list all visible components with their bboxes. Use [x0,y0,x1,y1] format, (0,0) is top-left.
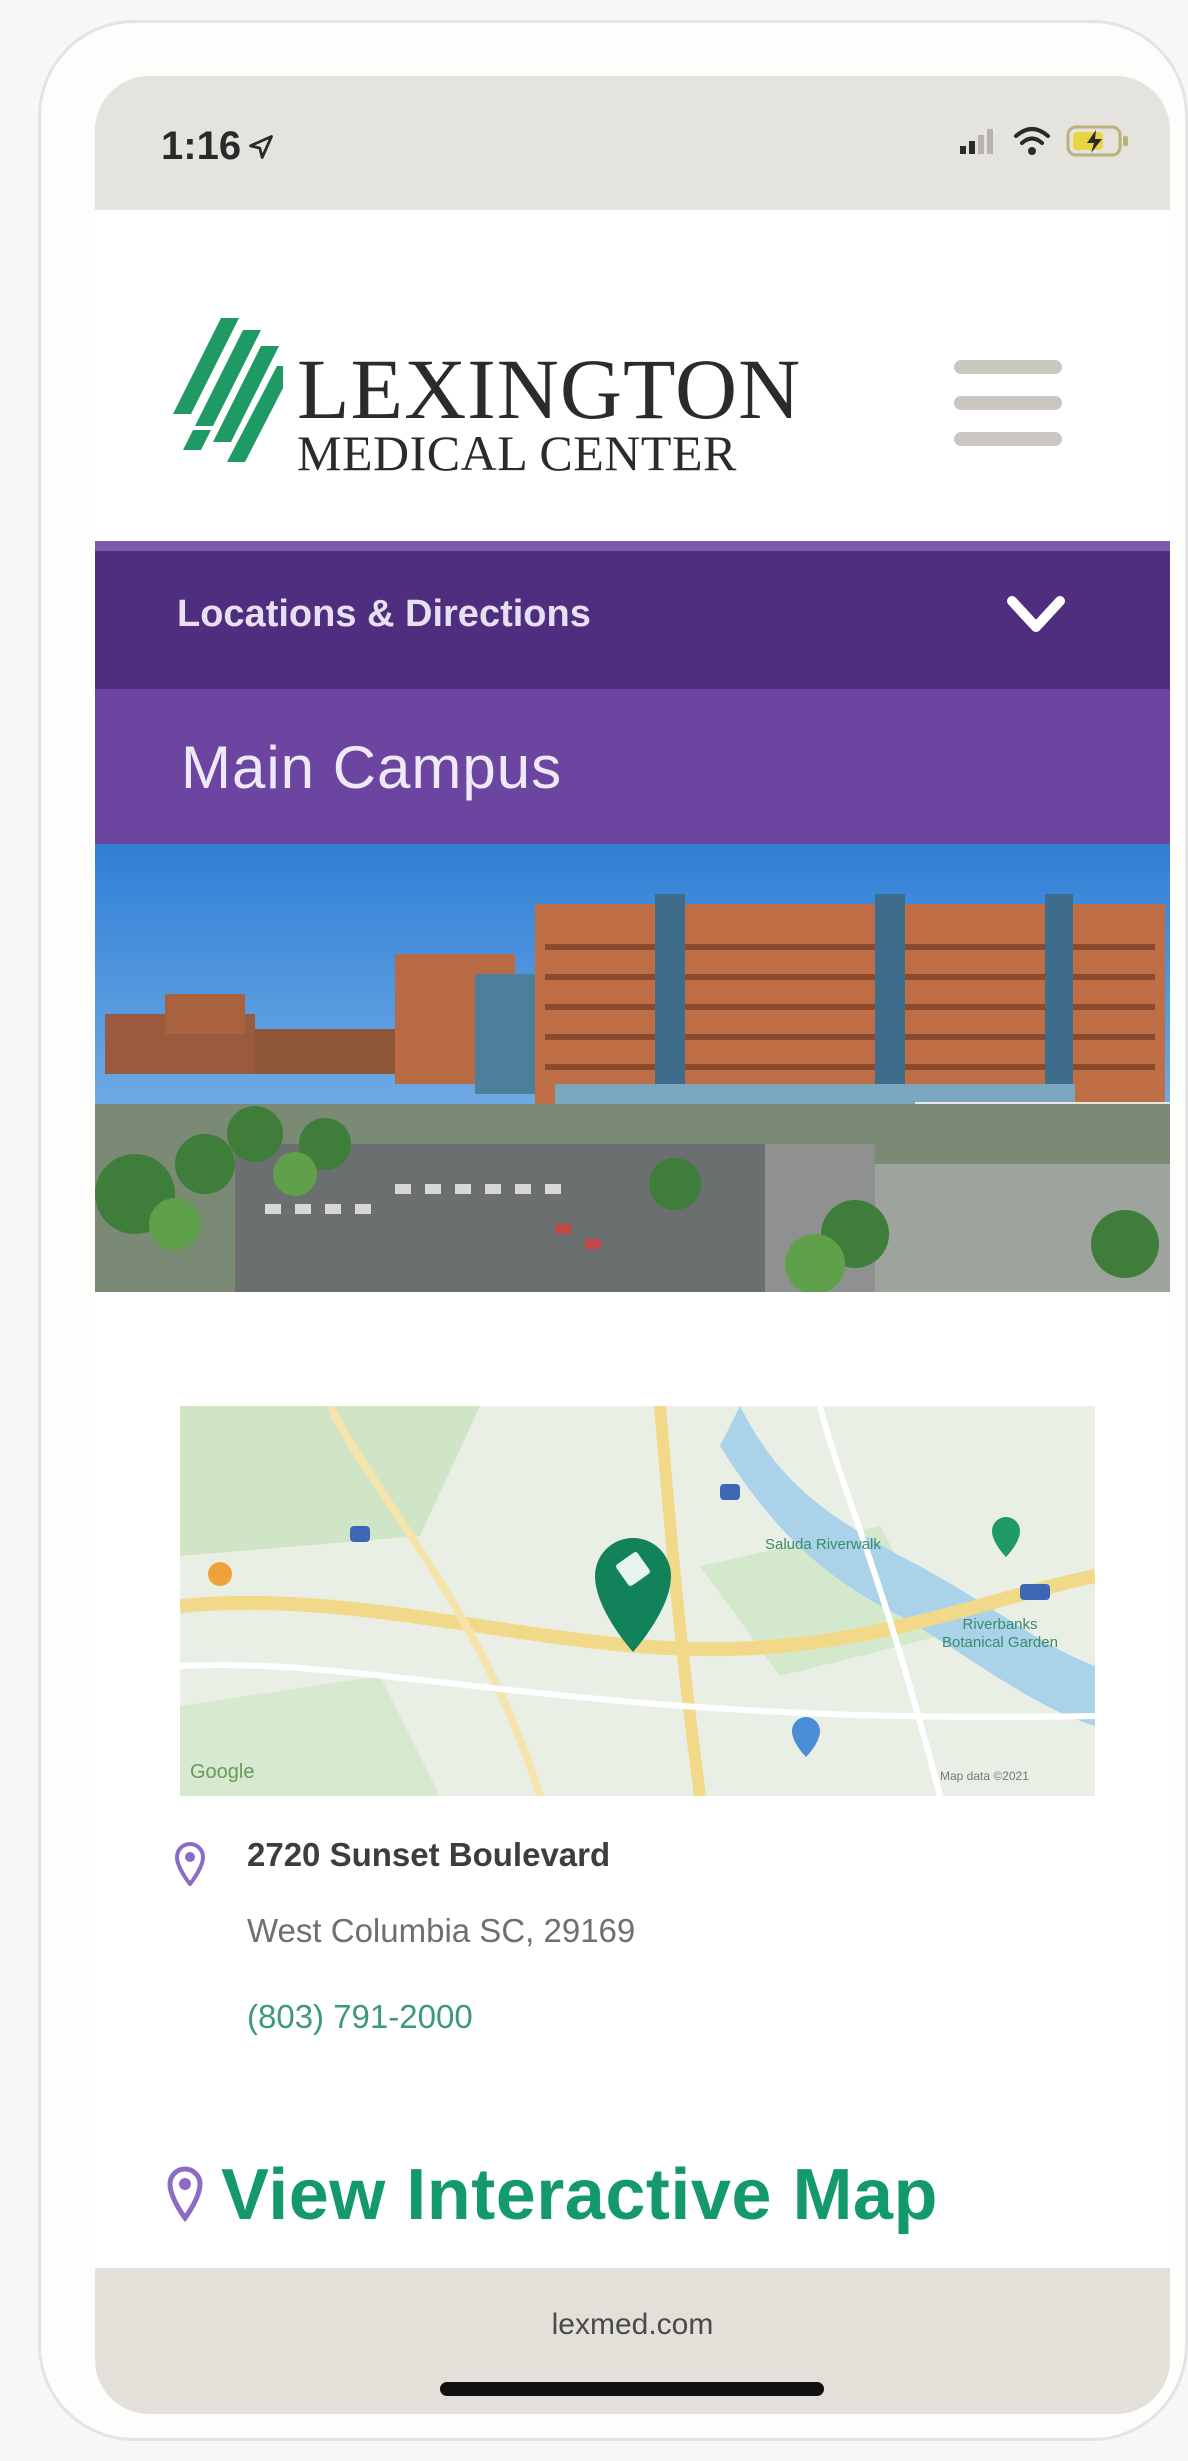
logo-name: LEXINGTON [297,340,802,437]
address-city: West Columbia SC, 29169 [247,1912,636,1949]
hamburger-bar [954,360,1062,374]
page-title: Main Campus [181,734,563,801]
wifi-icon [1014,127,1050,155]
map-image: Google Map data ©2021 [180,1406,1095,1796]
hospital-photo [95,844,1170,1292]
logo-subname: MEDICAL CENTER [297,425,737,481]
phone-screen: 1:16 LEXINGTON MEDICAL CENTER Locations … [95,76,1170,2414]
lexington-logo-mark-icon [173,318,283,462]
svg-text:Map data ©2021: Map data ©2021 [940,1769,1029,1783]
map-label-botanical-garden: Riverbanks Botanical Garden [942,1616,1058,1651]
site-header: LEXINGTON MEDICAL CENTER [95,210,1170,541]
page-title-banner: Main Campus [95,689,1170,844]
status-icons [958,124,1130,158]
hamburger-bar [954,396,1062,410]
address-street: 2720 Sunset Boulevard [247,1836,611,1873]
battery-charging-icon [1066,125,1128,157]
status-time: 1:16 [161,124,275,169]
map-pin-icon [167,2166,203,2223]
url-text: lexmed.com [551,2308,714,2341]
hospital-photo-image [95,844,1170,1292]
phone-link[interactable]: (803) 791-2000 [247,1998,473,2036]
browser-url-bar[interactable]: lexmed.com [95,2268,1170,2414]
map-pin-icon [175,1842,205,1886]
status-time-text: 1:16 [161,124,242,168]
section-nav-dropdown[interactable]: Locations & Directions [95,541,1170,689]
location-map[interactable]: Google Map data ©2021 Saluda Riverwalk R… [180,1406,1095,1796]
hamburger-bar [954,432,1062,446]
cellular-signal-icon [960,129,993,154]
logo-text: LEXINGTON MEDICAL CENTER [297,340,802,481]
section-nav-label: Locations & Directions [177,593,591,635]
menu-hamburger-button[interactable] [954,360,1062,446]
lexington-logo[interactable]: LEXINGTON MEDICAL CENTER [173,318,801,478]
location-arrow-icon [249,134,273,159]
view-interactive-map-label: View Interactive Map [221,2155,938,2235]
chevron-down-icon[interactable] [1004,589,1068,641]
status-bar: 1:16 [95,76,1170,210]
home-indicator[interactable] [440,2382,824,2396]
map-label-riverwalk: Saluda Riverwalk [765,1536,881,1553]
view-interactive-map-link[interactable]: View Interactive Map [167,2154,938,2236]
svg-text:Google: Google [190,1761,255,1783]
